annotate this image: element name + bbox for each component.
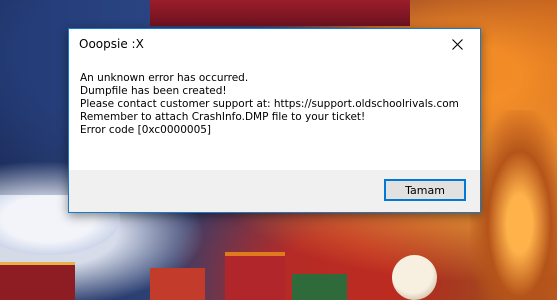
dialog-titlebar[interactable]: Ooopsie :X (69, 29, 480, 60)
dialog-footer: Tamam (69, 170, 480, 212)
error-dialog: Ooopsie :X An unknown error has occurred… (68, 28, 481, 213)
dialog-title: Ooopsie :X (79, 37, 144, 51)
error-message: An unknown error has occurred. Dumpfile … (80, 72, 475, 137)
background-gift (0, 262, 75, 300)
message-line: Remember to attach CrashInfo.DMP file to… (80, 111, 366, 123)
background-snowman (392, 255, 437, 300)
message-line: Error code [0xc0000005] (80, 124, 212, 136)
background-gift (225, 252, 285, 300)
message-line: An unknown error has occurred. (80, 72, 249, 84)
background-gift (292, 274, 347, 300)
background-christmas-tree (470, 110, 557, 300)
dialog-content: An unknown error has occurred. Dumpfile … (69, 60, 480, 170)
background-roof (150, 0, 410, 26)
ok-button[interactable]: Tamam (384, 179, 466, 201)
close-button[interactable] (434, 29, 480, 60)
message-line: Dumpfile has been created! (80, 85, 227, 97)
message-line: Please contact customer support at: http… (80, 98, 459, 110)
background-gift (150, 268, 205, 300)
close-icon (451, 39, 463, 50)
